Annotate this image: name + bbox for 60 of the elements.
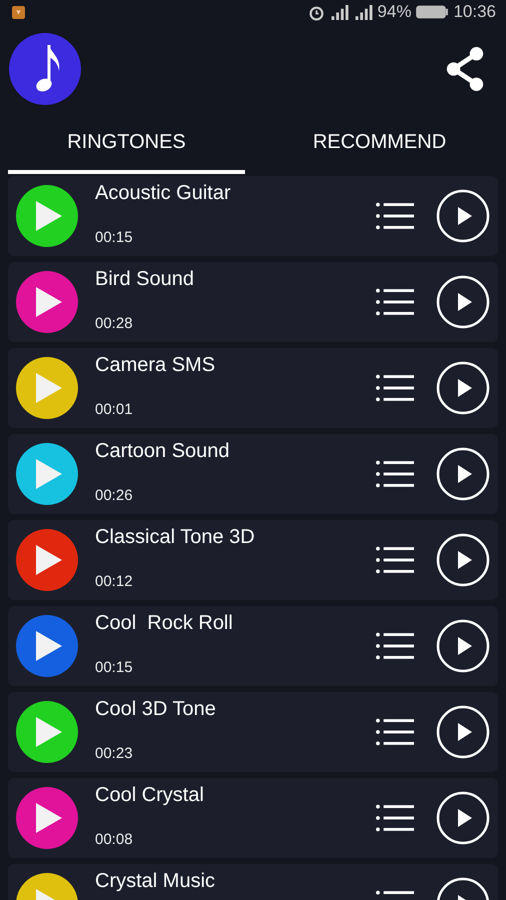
clock-time: 10:36 <box>453 2 496 22</box>
ringtone-row[interactable]: Acoustic Guitar 00:15 <box>8 176 498 256</box>
ringtone-duration: 00:12 <box>95 573 134 590</box>
ringtone-duration: 00:15 <box>95 659 134 676</box>
music-note-icon <box>9 33 81 105</box>
ringtone-duration: 00:28 <box>95 315 134 332</box>
ringtone-row[interactable]: Cool Crystal 00:08 <box>8 778 498 858</box>
play-icon[interactable] <box>436 189 490 243</box>
notification-icon <box>12 6 25 18</box>
play-icon[interactable] <box>16 271 78 333</box>
play-icon[interactable] <box>16 185 78 247</box>
ringtone-duration: 00:01 <box>95 401 134 418</box>
list-icon[interactable] <box>376 201 414 231</box>
alarm-icon <box>308 4 326 20</box>
ringtone-title: Classical Tone 3D <box>95 526 256 549</box>
play-icon[interactable] <box>436 619 490 673</box>
play-icon[interactable] <box>436 533 490 587</box>
play-icon[interactable] <box>16 357 78 419</box>
ringtone-title: Camera SMS <box>95 354 216 377</box>
list-icon[interactable] <box>376 631 414 661</box>
ringtone-title: Acoustic Guitar <box>95 182 232 205</box>
ringtone-row[interactable]: Classical Tone 3D 00:12 <box>8 520 498 600</box>
play-icon[interactable] <box>16 615 78 677</box>
play-icon[interactable] <box>436 705 490 759</box>
ringtone-title: Cool 3D Tone <box>95 698 217 721</box>
tab[interactable]: RECOMMEND <box>261 114 498 174</box>
ringtone-row[interactable]: Crystal Music <box>8 864 498 900</box>
ringtone-row[interactable]: Cool Rock Roll 00:15 <box>8 606 498 686</box>
play-icon[interactable] <box>16 529 78 591</box>
list-icon[interactable] <box>376 545 414 575</box>
ringtone-duration: 00:08 <box>95 831 134 848</box>
battery-percent: 94% <box>377 2 412 22</box>
list-icon[interactable] <box>376 717 414 747</box>
ringtone-duration: 00:15 <box>95 229 134 246</box>
play-icon[interactable] <box>436 447 490 501</box>
signal-icon <box>329 4 350 20</box>
list-icon[interactable] <box>376 459 414 489</box>
play-icon[interactable] <box>16 443 78 505</box>
ringtone-title: Cool Rock Roll <box>95 612 234 635</box>
ringtone-title: Crystal Music <box>95 870 216 893</box>
signal-icon <box>353 4 374 20</box>
ringtone-row[interactable]: Camera SMS 00:01 <box>8 348 498 428</box>
ringtone-title: Cool Crystal <box>95 784 205 807</box>
play-icon[interactable] <box>436 361 490 415</box>
share-icon[interactable] <box>444 45 486 93</box>
list-icon[interactable] <box>376 287 414 317</box>
ringtone-row[interactable]: Cool 3D Tone 00:23 <box>8 692 498 772</box>
ringtone-title: Cartoon Sound <box>95 440 231 463</box>
battery-icon <box>415 3 450 21</box>
ringtone-title: Bird Sound <box>95 268 195 291</box>
list-icon[interactable] <box>376 373 414 403</box>
ringtone-row[interactable]: Cartoon Sound 00:26 <box>8 434 498 514</box>
list-icon[interactable] <box>376 803 414 833</box>
play-icon[interactable] <box>436 791 490 845</box>
play-icon[interactable] <box>16 701 78 763</box>
ringtone-duration: 00:26 <box>95 487 134 504</box>
ringtone-duration: 00:23 <box>95 745 134 762</box>
ringtone-row[interactable]: Bird Sound 00:28 <box>8 262 498 342</box>
play-icon[interactable] <box>436 275 490 329</box>
play-icon[interactable] <box>16 787 78 849</box>
